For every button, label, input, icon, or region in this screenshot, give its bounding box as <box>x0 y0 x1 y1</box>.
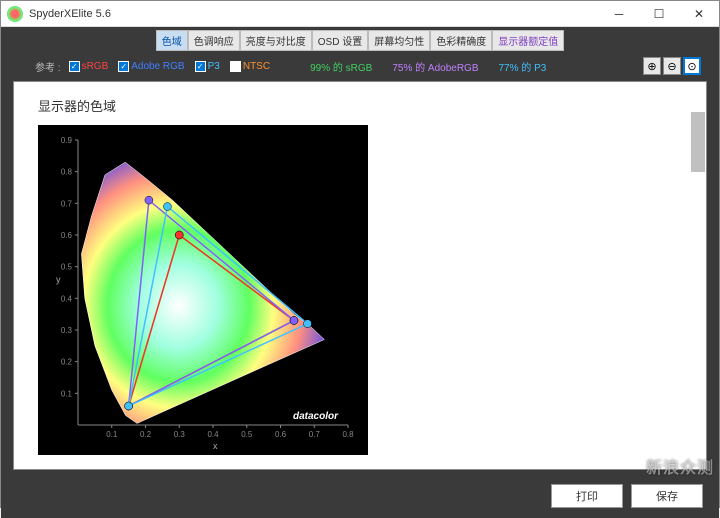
svg-text:0.2: 0.2 <box>61 358 73 367</box>
svg-text:0.7: 0.7 <box>309 430 321 439</box>
checkbox-label-P3: P3 <box>208 61 220 72</box>
svg-text:0.4: 0.4 <box>61 294 73 303</box>
checkbox-P3[interactable]: ✓ <box>195 61 206 72</box>
svg-text:0.7: 0.7 <box>61 199 73 208</box>
svg-text:0.8: 0.8 <box>342 430 354 439</box>
checkbox-label-sRGB: sRGB <box>82 61 109 72</box>
svg-text:y: y <box>56 275 61 285</box>
svg-text:0.1: 0.1 <box>106 430 118 439</box>
app-window: SpyderXElite 5.6 ─ ☐ ✕ 色域色调响应亮度与对比度OSD 设… <box>0 0 720 508</box>
close-button[interactable]: ✕ <box>679 1 719 27</box>
svg-text:0.3: 0.3 <box>174 430 186 439</box>
titlebar: SpyderXElite 5.6 ─ ☐ ✕ <box>1 1 719 27</box>
bottom-bar: 打印 保存 <box>1 478 719 518</box>
window-title: SpyderXElite 5.6 <box>29 8 599 20</box>
maximize-button[interactable]: ☐ <box>639 1 679 27</box>
app-body: 色域色调响应亮度与对比度OSD 设置屏幕均匀性色彩精确度显示器额定值 参考 : … <box>1 27 719 518</box>
tab-0[interactable]: 色域 <box>156 30 188 51</box>
zoom-in-icon[interactable]: ⊕ <box>643 57 661 75</box>
svg-text:0.6: 0.6 <box>61 231 73 240</box>
svg-text:0.1: 0.1 <box>61 389 73 398</box>
zoom-fit-icon[interactable]: ⊙ <box>683 57 701 75</box>
checkbox-label-NTSC: NTSC <box>243 61 270 72</box>
params-label: 参考 : <box>35 59 61 74</box>
svg-text:0.4: 0.4 <box>207 430 219 439</box>
tab-2[interactable]: 亮度与对比度 <box>240 30 312 51</box>
checkbox-label-Adobe RGB: Adobe RGB <box>131 61 184 72</box>
svg-text:x: x <box>213 441 218 451</box>
save-button[interactable]: 保存 <box>631 484 703 508</box>
content-area: 显示器的色域 0.1 0.2 0.3 0.4 0.5 0.6 0.7 0.8 0.1 0.2 0.3… <box>13 81 707 470</box>
tab-3[interactable]: OSD 设置 <box>312 30 368 51</box>
checkbox-NTSC[interactable]: ✓ <box>230 61 241 72</box>
result-0: 99% 的 sRGB <box>310 63 372 74</box>
svg-text:0.5: 0.5 <box>61 263 73 272</box>
gamut-chart: 0.1 0.2 0.3 0.4 0.5 0.6 0.7 0.8 0.1 0.2 0.3 0.4 0.5 0… <box>38 125 368 455</box>
checkbox-sRGB[interactable]: ✓ <box>69 61 80 72</box>
svg-text:0.5: 0.5 <box>241 430 253 439</box>
print-button[interactable]: 打印 <box>551 484 623 508</box>
svg-text:0.9: 0.9 <box>61 136 73 145</box>
zoom-group: ⊕ ⊖ ⊙ <box>643 57 701 75</box>
checkbox-Adobe RGB[interactable]: ✓ <box>118 61 129 72</box>
minimize-button[interactable]: ─ <box>599 1 639 27</box>
svg-text:0.8: 0.8 <box>61 168 73 177</box>
svg-text:0.6: 0.6 <box>275 430 287 439</box>
tab-5[interactable]: 色彩精确度 <box>430 30 492 51</box>
svg-text:0.3: 0.3 <box>61 326 73 335</box>
result-2: 77% 的 P3 <box>499 63 547 74</box>
svg-text:datacolor: datacolor <box>293 411 339 422</box>
tabs-row: 色域色调响应亮度与对比度OSD 设置屏幕均匀性色彩精确度显示器额定值 <box>1 27 719 53</box>
result-1: 75% 的 AdobeRGB <box>392 63 478 74</box>
content-title: 显示器的色域 <box>38 96 682 115</box>
zoom-out-icon[interactable]: ⊖ <box>663 57 681 75</box>
app-icon <box>7 6 23 22</box>
svg-text:0.2: 0.2 <box>140 430 152 439</box>
scrollbar-thumb[interactable] <box>691 112 705 172</box>
tab-4[interactable]: 屏幕均匀性 <box>368 30 430 51</box>
tab-1[interactable]: 色调响应 <box>188 30 240 51</box>
params-row: 参考 : ✓sRGB✓Adobe RGB✓P3✓NTSC 99% 的 sRGB7… <box>1 53 719 79</box>
tab-6[interactable]: 显示器额定值 <box>492 30 564 51</box>
